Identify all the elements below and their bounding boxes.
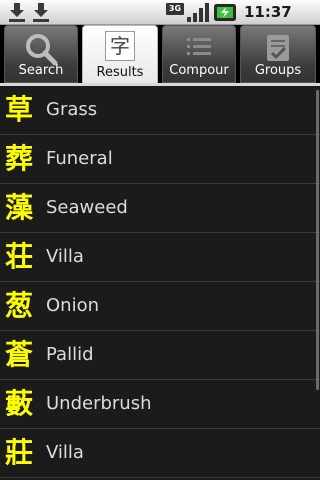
- tab-compounds[interactable]: Compour: [162, 25, 236, 83]
- kanji-char: 藻: [5, 191, 34, 224]
- kanji-meaning: Grass: [46, 99, 98, 120]
- tab-results[interactable]: 字 Results: [82, 25, 158, 85]
- tab-groups[interactable]: Groups: [240, 25, 316, 83]
- kanji-char: 莊: [5, 436, 34, 469]
- list-item[interactable]: 藻 Seaweed: [0, 184, 320, 233]
- list-item[interactable]: 莊 Villa: [0, 429, 320, 478]
- kanji-meaning: Seaweed: [46, 197, 128, 218]
- clock: 11:37 AM: [244, 3, 292, 46]
- list-item[interactable]: 蒼 Pallid: [0, 331, 320, 380]
- kanji-meaning: Villa: [46, 246, 84, 267]
- list-item[interactable]: 荘 Villa: [0, 233, 320, 282]
- tab-label: Compour: [169, 63, 229, 78]
- scrollbar[interactable]: [316, 90, 319, 390]
- network-type-badge: 3G: [166, 3, 184, 15]
- kanji-char-icon: 字: [105, 31, 135, 61]
- download-icon: [33, 3, 49, 22]
- tab-label: Search: [18, 63, 64, 78]
- kanji-char: 藪: [5, 387, 34, 420]
- list-icon: [187, 38, 211, 55]
- kanji-char: 蒼: [5, 338, 34, 371]
- kanji-meaning: Pallid: [46, 344, 94, 365]
- kanji-meaning: Onion: [46, 295, 99, 316]
- download-icon: [9, 3, 25, 22]
- kanji-char: 葱: [5, 289, 34, 322]
- checklist-icon: [267, 35, 289, 61]
- kanji-meaning: Funeral: [46, 148, 113, 169]
- kanji-meaning: Villa: [46, 442, 84, 463]
- kanji-char: 葬: [5, 142, 34, 175]
- tab-bar: Search 字 Results Compour Groups: [0, 25, 320, 85]
- results-list: 草 Grass 葬 Funeral 藻 Seaweed 荘 Villa 葱 On…: [0, 86, 320, 480]
- tab-label: Groups: [254, 63, 302, 78]
- list-item[interactable]: 草 Grass: [0, 86, 320, 135]
- kanji-char: 荘: [5, 240, 34, 273]
- signal-strength-icon: [187, 3, 209, 22]
- list-item[interactable]: 葬 Funeral: [0, 135, 320, 184]
- tab-label: Results: [96, 65, 144, 80]
- magnifier-icon: [26, 34, 58, 66]
- list-item[interactable]: 葱 Onion: [0, 282, 320, 331]
- kanji-char: 草: [5, 93, 34, 126]
- status-bar: 3G 11:37 AM: [0, 0, 320, 46]
- tab-search[interactable]: Search: [4, 25, 78, 83]
- kanji-meaning: Underbrush: [46, 393, 152, 414]
- battery-charging-icon: [214, 4, 236, 21]
- list-item[interactable]: 藪 Underbrush: [0, 380, 320, 429]
